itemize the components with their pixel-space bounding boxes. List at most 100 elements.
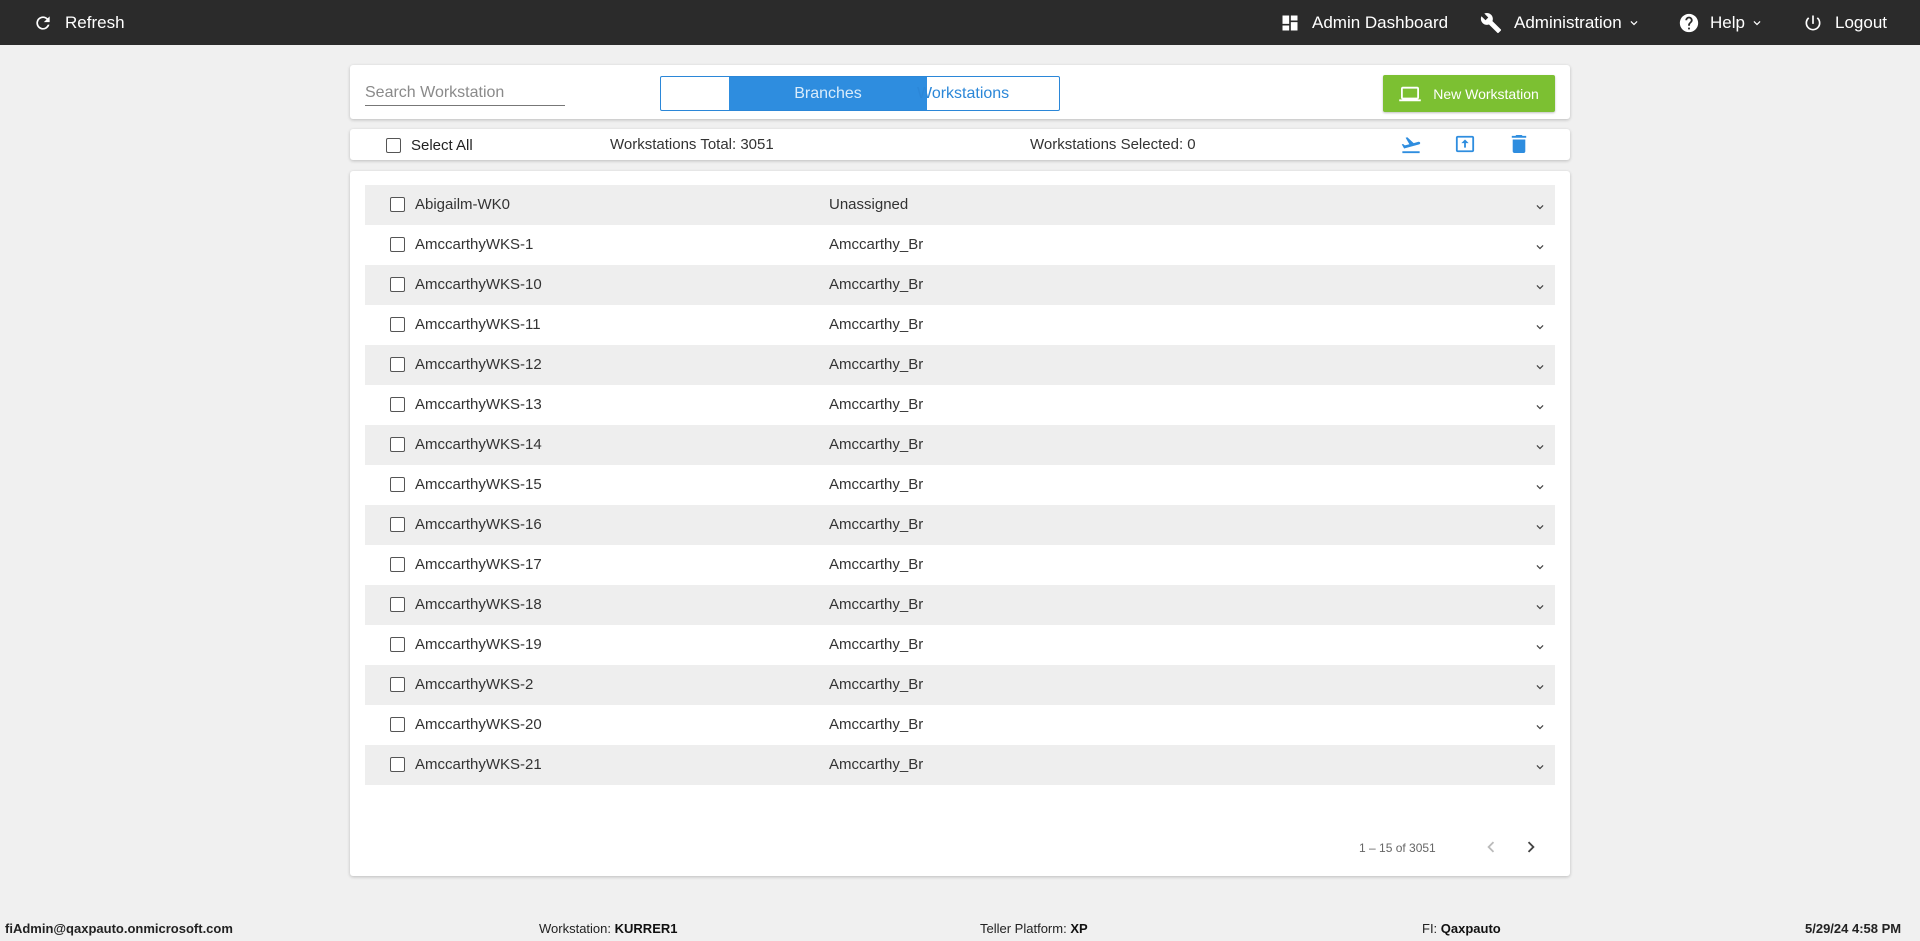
select-all-checkbox[interactable]: Select All: [386, 137, 473, 154]
table-row[interactable]: AmccarthyWKS-17 Amccarthy_Br: [365, 545, 1555, 585]
wrench-icon: [1480, 12, 1502, 33]
row-checkbox[interactable]: [390, 637, 405, 652]
footer-teller-platform: Teller Platform: XP: [980, 921, 1088, 936]
table-row[interactable]: AmccarthyWKS-15 Amccarthy_Br: [365, 465, 1555, 505]
workstation-name: AmccarthyWKS-11: [415, 316, 541, 333]
table-row[interactable]: AmccarthyWKS-10 Amccarthy_Br: [365, 265, 1555, 305]
expand-row-button[interactable]: [1533, 200, 1547, 214]
expand-row-button[interactable]: [1533, 480, 1547, 494]
previous-page-button[interactable]: [1480, 836, 1502, 858]
row-checkbox[interactable]: [390, 277, 405, 292]
footer-workstation: Workstation: KURRER1: [539, 921, 677, 936]
chevron-down-icon: [1536, 765, 1544, 770]
table-row[interactable]: AmccarthyWKS-12 Amccarthy_Br: [365, 345, 1555, 385]
administration-label: Administration: [1514, 12, 1622, 32]
dashboard-icon: [1282, 15, 1298, 30]
row-checkbox[interactable]: [390, 517, 405, 532]
new-workstation-button[interactable]: New Workstation: [1383, 75, 1555, 112]
help-icon: [1679, 13, 1699, 32]
expand-row-button[interactable]: [1533, 240, 1547, 254]
help-menu[interactable]: Help: [1678, 0, 1764, 45]
row-checkbox[interactable]: [390, 477, 405, 492]
workstation-name: AmccarthyWKS-12: [415, 356, 542, 373]
table-row[interactable]: AmccarthyWKS-2 Amccarthy_Br: [365, 665, 1555, 705]
chevron-down-icon: [1536, 245, 1544, 250]
table-row[interactable]: AmccarthyWKS-14 Amccarthy_Br: [365, 425, 1555, 465]
table-row[interactable]: AmccarthyWKS-13 Amccarthy_Br: [365, 385, 1555, 425]
delete-button[interactable]: [1510, 134, 1528, 154]
row-checkbox[interactable]: [390, 557, 405, 572]
table-row[interactable]: AmccarthyWKS-16 Amccarthy_Br: [365, 505, 1555, 545]
workstation-branch: Amccarthy_Br: [829, 676, 924, 693]
airplane-icon: [1401, 137, 1421, 154]
workstation-name: AmccarthyWKS-13: [415, 396, 542, 413]
chevron-down-icon: [1536, 325, 1544, 330]
move-workstations-button[interactable]: [1400, 134, 1422, 154]
workstation-branch: Amccarthy_Br: [829, 636, 924, 653]
chevron-down-icon: [1536, 485, 1544, 490]
tab-workstations[interactable]: Workstations: [917, 77, 1059, 110]
chevron-down-icon: [1630, 20, 1638, 25]
expand-row-button[interactable]: [1533, 600, 1547, 614]
expand-row-button[interactable]: [1533, 360, 1547, 374]
expand-row-button[interactable]: [1533, 720, 1547, 734]
row-checkbox[interactable]: [390, 597, 405, 612]
workstation-name: AmccarthyWKS-10: [415, 276, 542, 293]
administration-menu[interactable]: Administration: [1480, 0, 1641, 45]
expand-row-button[interactable]: [1533, 440, 1547, 454]
row-checkbox[interactable]: [390, 317, 405, 332]
view-toggle: Branches Workstations: [660, 76, 1060, 111]
table-row[interactable]: AmccarthyWKS-19 Amccarthy_Br: [365, 625, 1555, 665]
row-checkbox[interactable]: [390, 757, 405, 772]
logout-button[interactable]: Logout: [1803, 0, 1887, 45]
table-row[interactable]: Abigailm-WK0 Unassigned: [365, 185, 1555, 225]
expand-row-button[interactable]: [1533, 320, 1547, 334]
expand-row-button[interactable]: [1533, 560, 1547, 574]
footer-fi-value: Qaxpauto: [1440, 921, 1501, 936]
row-checkbox[interactable]: [390, 357, 405, 372]
table-row[interactable]: AmccarthyWKS-20 Amccarthy_Br: [365, 705, 1555, 745]
footer-datetime: 5/29/24 4:58 PM: [1805, 921, 1902, 936]
checkbox[interactable]: [386, 138, 401, 153]
top-navigation-bar: Refresh Admin Dashboard Administration H…: [0, 0, 1920, 45]
row-checkbox[interactable]: [390, 717, 405, 732]
row-checkbox[interactable]: [390, 237, 405, 252]
chevron-down-icon: [1536, 565, 1544, 570]
row-checkbox[interactable]: [390, 197, 405, 212]
expand-row-button[interactable]: [1533, 680, 1547, 694]
expand-row-button[interactable]: [1533, 760, 1547, 774]
footer-teller-label: Teller Platform:: [980, 921, 1067, 936]
table-row[interactable]: AmccarthyWKS-11 Amccarthy_Br: [365, 305, 1555, 345]
refresh-icon: [36, 15, 50, 30]
workstation-branch: Amccarthy_Br: [829, 556, 924, 573]
expand-row-button[interactable]: [1533, 640, 1547, 654]
upload-button[interactable]: [1454, 134, 1476, 154]
tab-branches[interactable]: Branches: [729, 77, 927, 110]
expand-row-button[interactable]: [1533, 520, 1547, 534]
row-checkbox[interactable]: [390, 437, 405, 452]
refresh-label: Refresh: [65, 12, 125, 32]
chevron-right-icon: [1527, 841, 1535, 853]
row-checkbox[interactable]: [390, 397, 405, 412]
laptop-icon: [1399, 86, 1422, 101]
table-row[interactable]: AmccarthyWKS-21 Amccarthy_Br: [365, 745, 1555, 785]
chevron-down-icon: [1536, 525, 1544, 530]
search-input[interactable]: [365, 76, 565, 106]
workstation-branch: Amccarthy_Br: [829, 396, 924, 413]
list-toolbar: Select All Workstations Total: 3051 Work…: [350, 129, 1570, 160]
select-all-label: Select All: [411, 137, 473, 154]
table-row[interactable]: AmccarthyWKS-18 Amccarthy_Br: [365, 585, 1555, 625]
workstation-branch: Amccarthy_Br: [829, 756, 924, 773]
table-row[interactable]: AmccarthyWKS-1 Amccarthy_Br: [365, 225, 1555, 265]
refresh-button[interactable]: Refresh: [33, 0, 125, 45]
admin-dashboard-link[interactable]: Admin Dashboard: [1280, 0, 1448, 45]
footer-user: fiAdmin@qaxpauto.onmicrosoft.com: [5, 921, 233, 936]
footer-fi: FI: Qaxpauto: [1422, 921, 1501, 936]
row-checkbox[interactable]: [390, 677, 405, 692]
expand-row-button[interactable]: [1533, 400, 1547, 414]
workstation-name: AmccarthyWKS-19: [415, 636, 542, 653]
workstation-name: AmccarthyWKS-17: [415, 556, 542, 573]
next-page-button[interactable]: [1520, 836, 1542, 858]
workstation-branch: Amccarthy_Br: [829, 356, 924, 373]
expand-row-button[interactable]: [1533, 280, 1547, 294]
